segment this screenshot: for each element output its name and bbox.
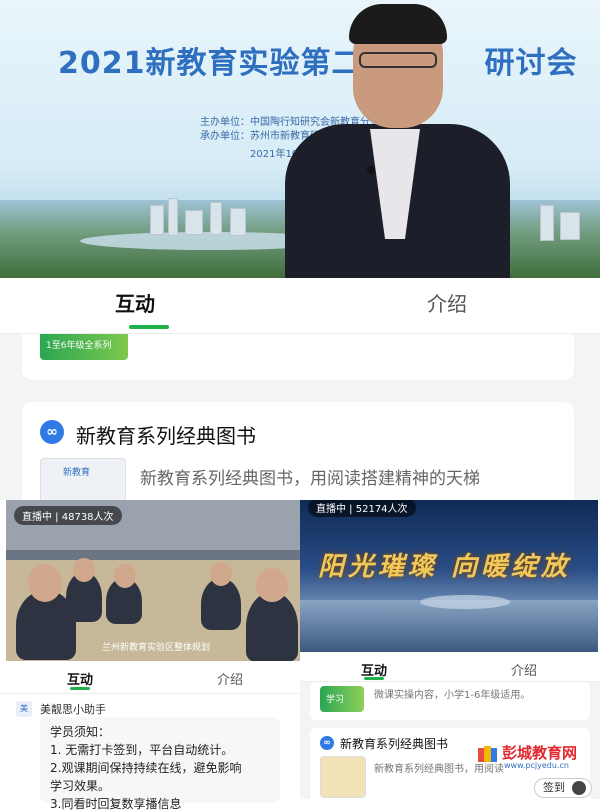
book-cover-thumbnail xyxy=(320,756,366,798)
books-card-title: 新教育系列经典图书 xyxy=(340,737,449,751)
chat-line: 学习效果。 xyxy=(50,779,111,793)
watermark-url: www.pcjyedu.cn xyxy=(504,761,569,770)
microphone-icon xyxy=(367,166,375,174)
chat-line: 2.观课期间保持持续在线，避免影响 xyxy=(50,761,242,775)
building-graphic xyxy=(185,210,203,235)
link-icon: ∞ xyxy=(320,736,334,750)
live-viewers-badge: 直播中 | 48738人次 xyxy=(14,506,122,525)
video-player-right[interactable]: 直播中 | 52174人次 阳光璀璨 向暖绽放 xyxy=(300,500,598,652)
resource-card-prev[interactable]: 1至6年级全系列 xyxy=(22,334,574,380)
cat-face-icon xyxy=(572,781,586,795)
active-tab-indicator xyxy=(364,677,384,680)
building-graphic xyxy=(150,205,164,235)
active-tab-indicator xyxy=(129,325,169,329)
link-icon: ∞ xyxy=(40,420,64,444)
tab-interact[interactable]: 互动 xyxy=(100,288,170,317)
chat-line: 学员须知： xyxy=(50,725,111,739)
resource-list: 1至6年级全系列 ∞ 新教育系列经典图书 新教育 新教育系列经典图书，用阅读搭建… xyxy=(0,334,600,500)
video-caption: 兰州新教育实验区整体规划 xyxy=(102,643,211,653)
speaker-person xyxy=(275,4,515,278)
building-graphic xyxy=(168,198,178,236)
left-panel: 互动 介绍 美 美靓思小助手 学员须知： 1. 无需打卡签到，平台自动统计。 2… xyxy=(0,661,300,811)
chat-line: 1. 无需打卡签到，平台自动统计。 xyxy=(50,743,234,757)
banner-slogan: 阳光璀璨 向暖绽放 xyxy=(318,552,572,582)
live-viewers-badge: 直播中 | 52174人次 xyxy=(308,500,416,517)
building-graphic xyxy=(560,212,580,240)
active-tab-indicator xyxy=(70,687,90,690)
building-graphic xyxy=(210,202,222,235)
tab-interact-left[interactable]: 互动 xyxy=(60,669,100,688)
building-graphic xyxy=(230,208,246,236)
tab-intro[interactable]: 介绍 xyxy=(412,288,482,317)
video-player-main[interactable]: 2021新教育实验第二 研讨会 主办单位：中国陶行知研究会新教育分会 承办单位：苏… xyxy=(0,0,600,278)
course-thumbnail: 学习 xyxy=(320,686,364,712)
chat-sender-name: 美靓思小助手 xyxy=(40,703,106,716)
glasses-graphic xyxy=(359,52,437,68)
tab-intro-right[interactable]: 介绍 xyxy=(504,660,544,679)
tab-intro-left[interactable]: 介绍 xyxy=(210,669,250,688)
books-card[interactable]: ∞ 新教育系列经典图书 新教育 新教育系列经典图书，用阅读搭建精神的天梯 xyxy=(22,402,574,500)
right-panel: 互动 介绍 学习 微课实操内容，小学1-6年级适用。 ∞ 新教育系列经典图书 新… xyxy=(300,652,600,799)
course-description: 微课实操内容，小学1-6年级适用。 xyxy=(374,690,531,701)
building-graphic xyxy=(540,205,554,241)
books-card-description: 新教育系列经典图书，用阅读搭建精神的天梯 xyxy=(140,469,480,489)
books-card-title: 新教育系列经典图书 xyxy=(76,424,256,448)
resource-card-prev[interactable]: 学习 微课实操内容，小学1-6年级适用。 xyxy=(310,682,590,720)
colorful-book-logo-icon xyxy=(478,746,498,764)
chat-message-bubble: 学员须知： 1. 无需打卡签到，平台自动统计。 2.观课期间保持持续在线，避免影… xyxy=(40,717,280,811)
watermark-name: 彭城教育网 xyxy=(502,744,578,762)
site-watermark: 彭城教育网 www.pcjyedu.cn xyxy=(478,742,598,772)
student-figure xyxy=(246,592,298,661)
signin-button[interactable]: 签到 xyxy=(534,778,592,798)
main-tab-bar: 互动 介绍 xyxy=(0,278,600,334)
course-thumbnail: 1至6年级全系列 xyxy=(40,334,128,360)
video-player-left[interactable]: 直播中 | 48738人次 兰州新教育实验区整体规划 xyxy=(6,500,301,661)
assistant-avatar: 美 xyxy=(16,701,32,717)
chat-line: 3.同看时回复数享播信息 xyxy=(50,797,182,811)
book-cover-thumbnail: 新教育 xyxy=(40,458,126,500)
